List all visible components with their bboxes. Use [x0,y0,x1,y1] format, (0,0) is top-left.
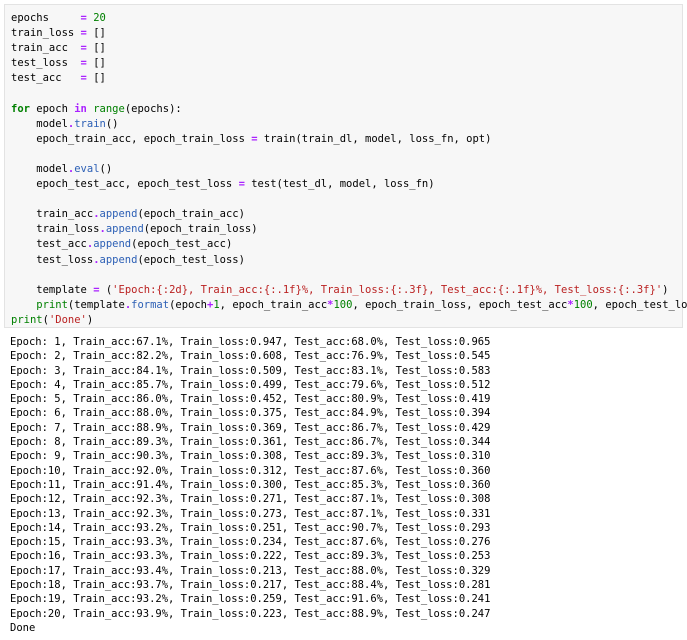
output-line: Epoch:13, Train_acc:92.3%, Train_loss:0.… [10,507,491,520]
output-line: Epoch:16, Train_acc:93.3%, Train_loss:0.… [10,550,491,563]
output-line: Epoch: 3, Train_acc:84.1%, Train_loss:0.… [10,364,491,377]
output-line: Epoch: 6, Train_acc:88.0%, Train_loss:0.… [10,407,491,420]
test-loss-init: [] [93,57,106,70]
num-hundred-b: 100 [573,298,593,311]
output-line: Epoch:15, Train_acc:93.3%, Train_loss:0.… [10,536,491,549]
output-line: Epoch: 5, Train_acc:86.0%, Train_loss:0.… [10,393,491,406]
test-acc-init: [] [93,72,106,85]
output-line: Epoch: 8, Train_acc:89.3%, Train_loss:0.… [10,436,491,449]
output-line: Epoch:17, Train_acc:93.4%, Train_loss:0.… [10,564,491,577]
train-loss-init: [] [93,27,106,40]
output-line: Epoch:11, Train_acc:91.4%, Train_loss:0.… [10,478,491,491]
num-hundred-a: 100 [333,298,353,311]
epochs-value: 20 [93,12,106,24]
output-line: Epoch: 2, Train_acc:82.2%, Train_loss:0.… [10,350,491,363]
done-string: 'Done' [48,313,87,326]
output-line: Epoch: 9, Train_acc:90.3%, Train_loss:0.… [10,450,491,463]
output-line: Epoch: 1, Train_acc:67.1%, Train_loss:0.… [10,336,491,348]
output-line: Epoch:12, Train_acc:92.3%, Train_loss:0.… [10,493,491,506]
code-cell-input[interactable]: epochs = 20 train_loss = [] train_acc = … [4,4,687,328]
output-line: Epoch:18, Train_acc:93.7%, Train_loss:0.… [10,579,491,592]
cell-output: Epoch: 1, Train_acc:67.1%, Train_loss:0.… [10,335,490,635]
output-line: Epoch:14, Train_acc:93.2%, Train_loss:0.… [10,521,491,534]
num-one: 1 [213,298,220,311]
output-line: Epoch:19, Train_acc:93.2%, Train_loss:0.… [10,593,491,606]
output-done: Done [10,621,36,634]
output-line: Epoch:10, Train_acc:92.0%, Train_loss:0.… [10,464,491,477]
train-acc-init: [] [93,42,106,55]
template-string: 'Epoch:{:2d}, Train_acc:{:.1f}%, Train_l… [112,283,663,296]
output-line: Epoch: 7, Train_acc:88.9%, Train_loss:0.… [10,421,491,434]
output-line: Epoch:20, Train_acc:93.9%, Train_loss:0.… [10,607,491,620]
code-editor[interactable]: epochs = 20 train_loss = [] train_acc = … [11,11,687,328]
output-line: Epoch: 4, Train_acc:85.7%, Train_loss:0.… [10,378,491,391]
